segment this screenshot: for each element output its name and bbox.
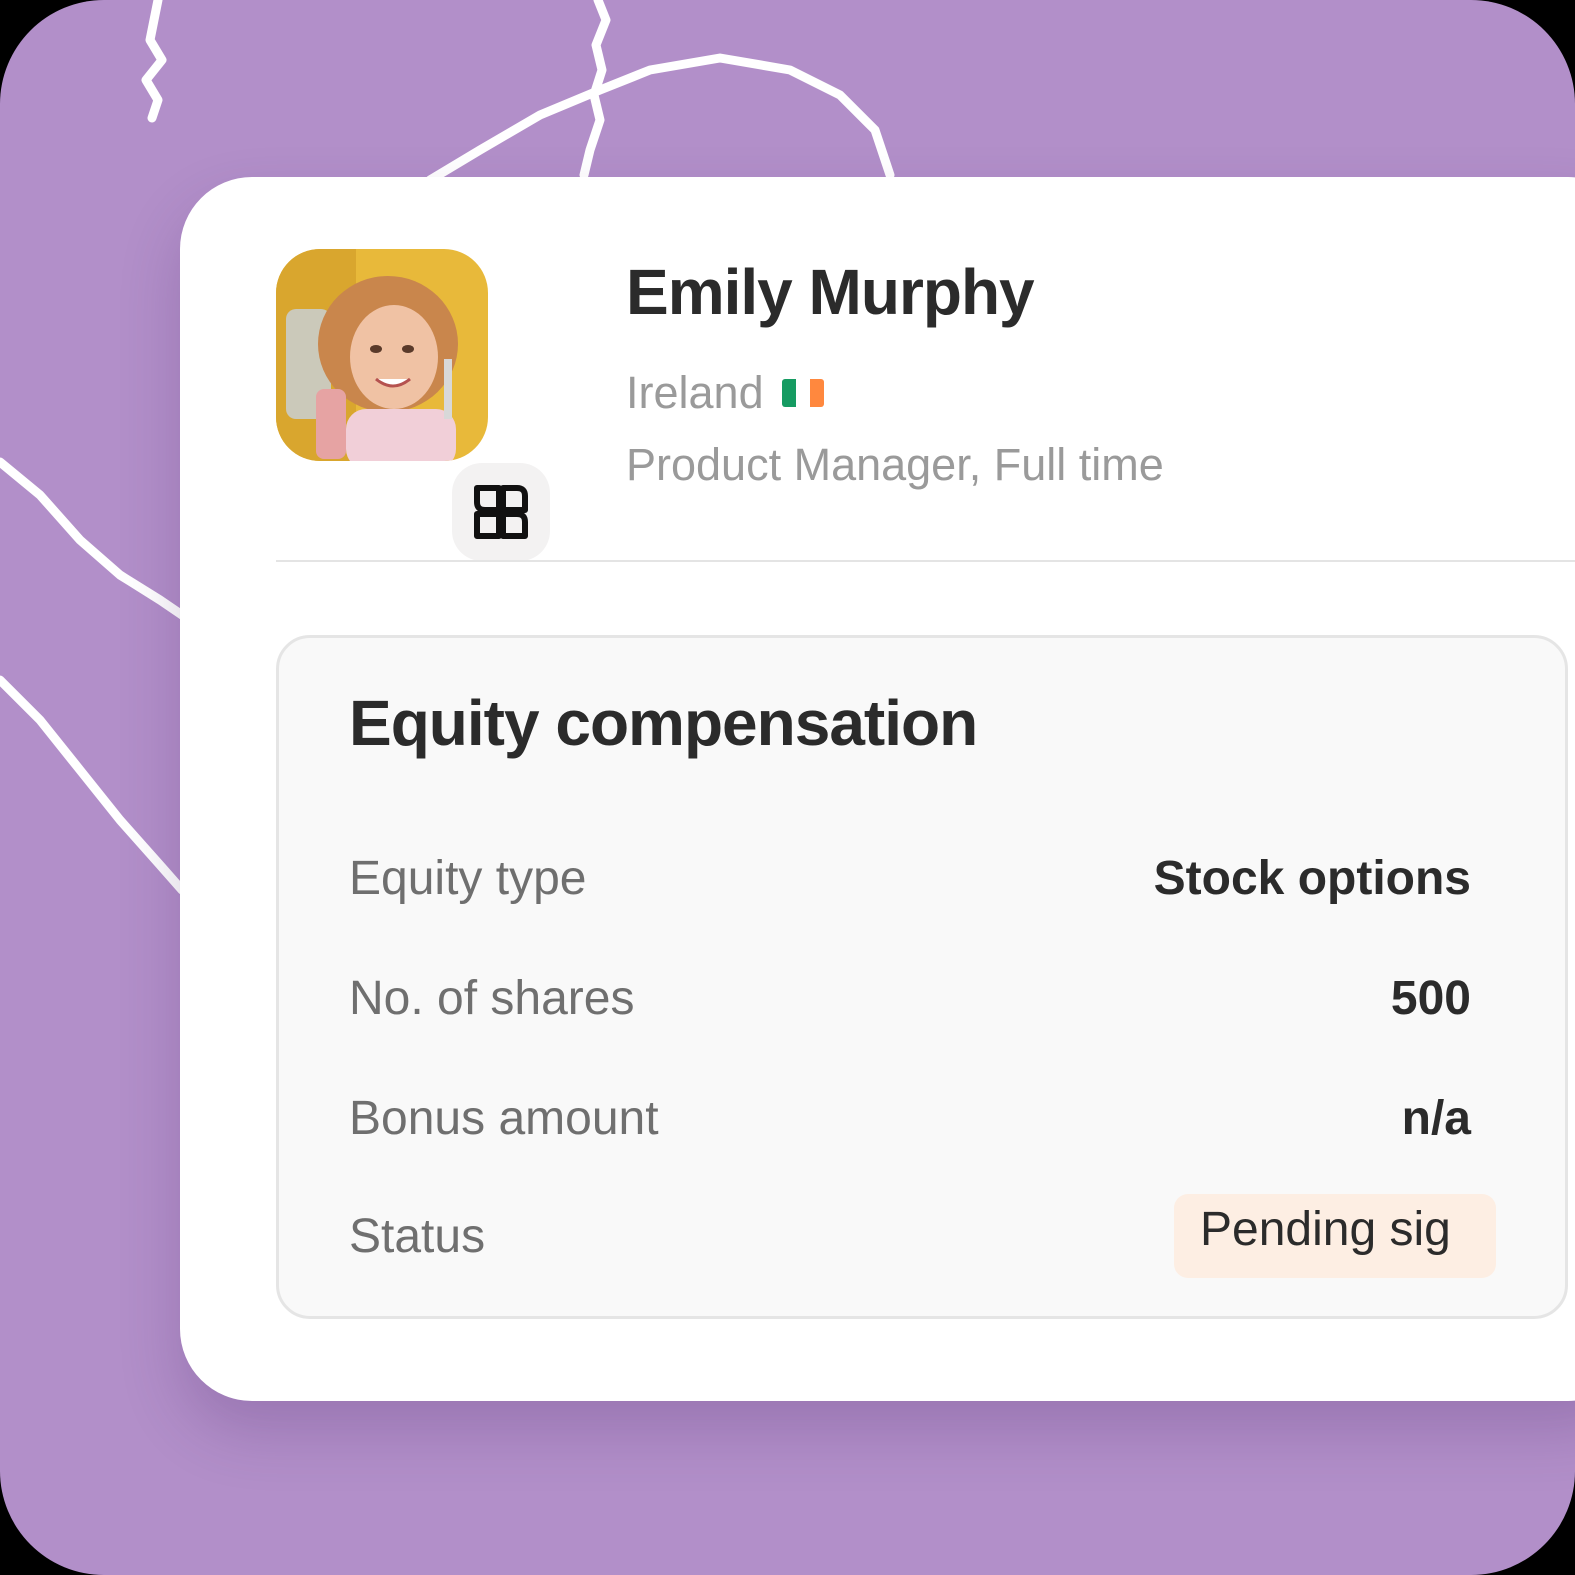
shares-label: No. of shares (349, 971, 635, 1025)
country-row: Ireland (626, 367, 824, 419)
equity-type-label: Equity type (349, 851, 587, 905)
country-label: Ireland (626, 367, 764, 418)
avatar-group (276, 249, 550, 561)
job-title: Product Manager, Full time (626, 439, 1164, 490)
bonus-value: n/a (1401, 1091, 1471, 1145)
employee-name: Emily Murphy (626, 256, 1035, 328)
shares-row: No. of shares 500 (349, 963, 1471, 1033)
shares-value: 500 (1390, 971, 1471, 1025)
status-label: Status (349, 1209, 486, 1263)
status-badge: Pending sig (1174, 1194, 1496, 1278)
equity-type-value: Stock options (1153, 851, 1471, 905)
company-logo-icon (474, 485, 528, 539)
equity-type-row: Equity type Stock options (349, 843, 1471, 913)
equity-panel: Equity compensation Equity type Stock op… (276, 635, 1568, 1319)
promo-canvas: Emily Murphy Ireland Product Manager, Fu… (0, 0, 1575, 1575)
bonus-label: Bonus amount (349, 1091, 659, 1145)
divider (276, 560, 1575, 562)
ireland-flag-icon (781, 379, 824, 407)
status-value: Pending sig (1200, 1203, 1451, 1256)
avatar[interactable] (276, 249, 488, 461)
bonus-row: Bonus amount n/a (349, 1083, 1471, 1153)
employee-card: Emily Murphy Ireland Product Manager, Fu… (180, 177, 1575, 1401)
company-badge (452, 463, 550, 561)
equity-title: Equity compensation (349, 687, 978, 759)
